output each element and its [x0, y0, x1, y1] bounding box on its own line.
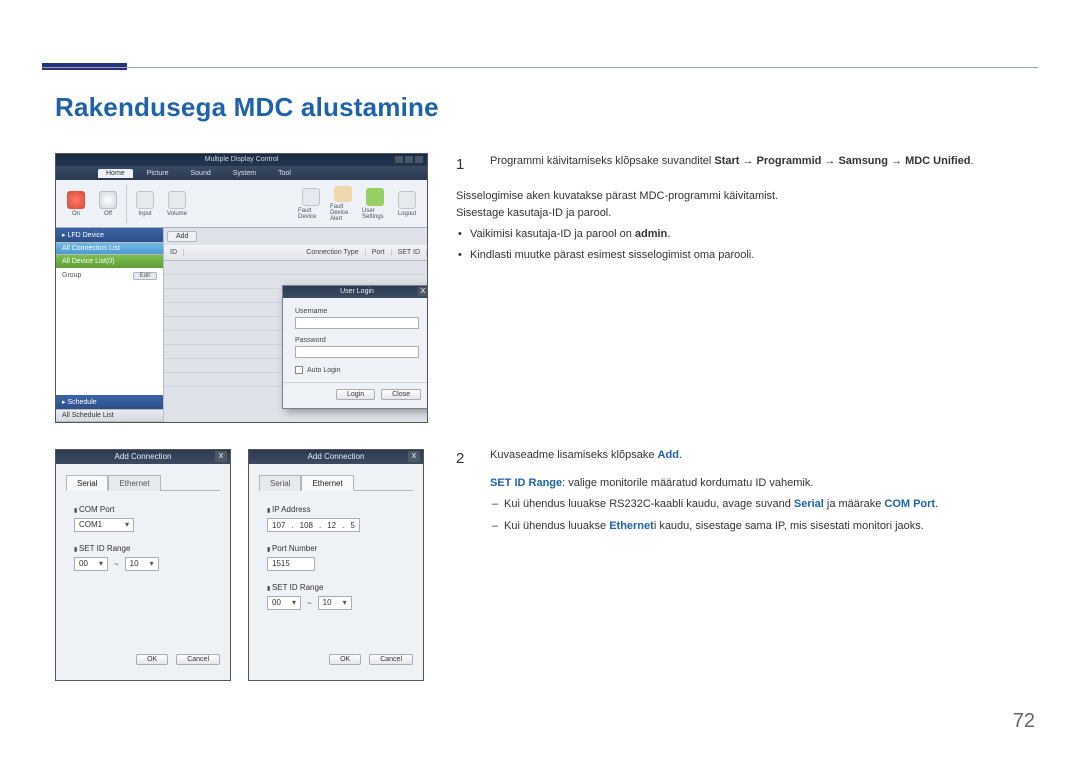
- step2-dash-1: Kui ühendus luuakse RS232C-kaabli kaudu,…: [504, 496, 1034, 514]
- step-2-text: Kuvaseadme lisamiseks klõpsake: [490, 449, 658, 461]
- main-panel: Add ID Connection Type Port SET ID User …: [164, 228, 427, 422]
- side-conn-list[interactable]: All Connection List: [56, 242, 163, 255]
- figure-mdc-main: Multiple Display Control Home Picture So…: [55, 153, 428, 423]
- side-hdr-devlist[interactable]: All Device List(0): [56, 255, 163, 268]
- login-password-input[interactable]: [295, 346, 419, 358]
- step2-setid: SET ID Range: [490, 477, 562, 489]
- grid-rows: User Login X Username Password: [164, 261, 427, 422]
- setid-to[interactable]: 10: [125, 557, 159, 571]
- toolbar-input[interactable]: Input: [131, 185, 159, 223]
- step2-setid-desc: : valige monitorile määratud kordumatu I…: [562, 477, 813, 489]
- cancel-button[interactable]: Cancel: [176, 654, 220, 665]
- figure-add-connection-ethernet: Add Connection X Serial Ethernet IP Addr…: [248, 449, 424, 681]
- com-port-label: COM Port: [74, 505, 212, 514]
- close-icon[interactable]: X: [215, 451, 227, 462]
- setid-from[interactable]: 00: [267, 596, 301, 610]
- menu-tab-home[interactable]: Home: [98, 169, 133, 178]
- figure-add-connection-serial: Add Connection X Serial Ethernet COM Por…: [55, 449, 231, 681]
- step-1-menu-path: Start → Programmid → Samsung → MDC Unifi…: [714, 155, 970, 167]
- side-group-row: Group Edit: [62, 272, 157, 280]
- columns-header: ID Connection Type Port SET ID: [164, 245, 427, 261]
- setid-to[interactable]: 10: [318, 596, 352, 610]
- col-port: Port: [366, 249, 392, 256]
- side-schedule-list[interactable]: All Schedule List: [56, 409, 163, 422]
- tab-serial[interactable]: Serial: [259, 475, 301, 491]
- tab-serial[interactable]: Serial: [66, 475, 108, 491]
- login-auto-row[interactable]: Auto Login: [295, 366, 419, 374]
- toolbar: On Off Input Volume Fault Device Fault D…: [56, 180, 427, 228]
- setid-from[interactable]: 00: [74, 557, 108, 571]
- step1-line3: Sisestage kasutaja-ID ja parool.: [456, 205, 1034, 222]
- col-type: Connection Type: [300, 249, 365, 256]
- menu-tab-sound[interactable]: Sound: [182, 169, 218, 178]
- step1-bullet-1: Vaikimisi kasutaja-ID ja parool on admin…: [470, 226, 1034, 243]
- toolbar-volume[interactable]: Volume: [163, 185, 191, 223]
- port-number-input[interactable]: 1515: [267, 557, 315, 571]
- ok-button[interactable]: OK: [329, 654, 361, 665]
- login-password-label: Password: [295, 337, 419, 344]
- setid-range-label: SET ID Range: [74, 544, 212, 553]
- step-1-number: 1: [456, 153, 476, 176]
- ip-address-label: IP Address: [267, 505, 405, 514]
- close-icon[interactable]: X: [418, 287, 428, 296]
- toolbar-fault-alert[interactable]: Fault Device Alert: [329, 185, 357, 223]
- page-number: 72: [1013, 710, 1035, 733]
- step2-dash-2: Kui ühendus luuakse Etherneti kaudu, sis…: [504, 518, 1034, 536]
- close-icon[interactable]: X: [408, 451, 420, 462]
- window-buttons: [395, 156, 423, 163]
- login-dialog: User Login X Username Password: [282, 285, 428, 409]
- page-title: Rakendusega MDC alustamine: [55, 92, 439, 123]
- sidebar: ▸ LFD Device All Connection List All Dev…: [56, 228, 164, 422]
- com-port-select[interactable]: COM1: [74, 518, 134, 532]
- toolbar-logout[interactable]: Logout: [393, 185, 421, 223]
- col-id: ID: [164, 249, 184, 256]
- toolbar-off[interactable]: Off: [94, 185, 122, 223]
- menu-bar: Home Picture Sound System Tool: [56, 166, 427, 180]
- login-title: User Login X: [283, 286, 428, 298]
- setid-range-label: SET ID Range: [267, 583, 405, 592]
- toolbar-on[interactable]: On: [62, 185, 90, 223]
- side-edit-button[interactable]: Edit: [133, 272, 157, 280]
- ok-button[interactable]: OK: [136, 654, 168, 665]
- add-conn-title: Add Connection X: [249, 450, 423, 464]
- instructions-step-1: 1 Programmi käivitamiseks klõpsake suvan…: [456, 153, 1034, 268]
- step-1-text: Programmi käivitamiseks klõpsake suvandi…: [490, 155, 714, 167]
- side-group-label: Group: [62, 272, 81, 280]
- instructions-step-2: 2 Kuvaseadme lisamiseks klõpsake Add. SE…: [456, 447, 1034, 549]
- step-2-add: Add: [658, 449, 679, 461]
- login-username-input[interactable]: [295, 317, 419, 329]
- menu-tab-system[interactable]: System: [225, 169, 264, 178]
- menu-tab-picture[interactable]: Picture: [139, 169, 177, 178]
- side-hdr-schedule[interactable]: ▸ Schedule: [56, 395, 163, 409]
- checkbox-icon[interactable]: [295, 366, 303, 374]
- step1-bullet-2: Kindlasti muutke pärast esimest sisselog…: [470, 247, 1034, 264]
- toolbar-fault-device[interactable]: Fault Device: [297, 185, 325, 223]
- port-number-label: Port Number: [267, 544, 405, 553]
- tab-ethernet[interactable]: Ethernet: [301, 475, 353, 491]
- cancel-button[interactable]: Cancel: [369, 654, 413, 665]
- toolbar-user-settings[interactable]: User Settings: [361, 185, 389, 223]
- window-title: Multiple Display Control: [205, 156, 279, 163]
- window-titlebar: Multiple Display Control: [56, 154, 427, 166]
- login-close-button[interactable]: Close: [381, 389, 421, 400]
- step-2-number: 2: [456, 447, 476, 471]
- side-hdr-lfd[interactable]: ▸ LFD Device: [56, 228, 163, 242]
- add-conn-title: Add Connection X: [56, 450, 230, 464]
- login-username-label: Username: [295, 308, 419, 315]
- step1-line2: Sisselogimise aken kuvatakse pärast MDC-…: [456, 188, 1034, 205]
- login-submit-button[interactable]: Login: [336, 389, 375, 400]
- header-rule: [42, 67, 1038, 68]
- ip-address-input[interactable]: 107 108 12 5: [267, 518, 360, 532]
- col-setid: SET ID: [392, 249, 427, 256]
- login-auto-label: Auto Login: [307, 367, 340, 374]
- menu-tab-tool[interactable]: Tool: [270, 169, 299, 178]
- tab-ethernet[interactable]: Ethernet: [108, 475, 160, 491]
- add-button[interactable]: Add: [167, 231, 197, 242]
